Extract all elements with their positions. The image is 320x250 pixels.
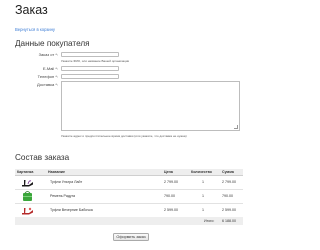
column-header-sum: Сумма	[222, 170, 234, 174]
shoe-high-heel-icon	[22, 180, 33, 187]
phone-label: Телефон *:	[37, 74, 58, 79]
delivery-label: Доставка *:	[37, 82, 58, 87]
total-row: Итого: 6 188.00	[15, 217, 243, 225]
resize-handle-icon[interactable]	[234, 125, 238, 129]
total-value: 6 188.00	[222, 219, 236, 223]
item-price: 2 799.00	[164, 180, 178, 184]
order-section-heading: Состав заказа	[15, 153, 70, 162]
item-name[interactable]: Ремень Радуга	[50, 194, 75, 198]
table-row: Туфли Ультра Лайт 2 799.00 1 2 799.00	[15, 175, 243, 190]
delivery-hint: Укажите адрес и предпочтительное время д…	[61, 134, 187, 138]
buyer-section-heading: Данные покупателя	[15, 39, 90, 48]
column-header-quantity: Количество	[191, 170, 212, 174]
item-qty: 1	[202, 194, 204, 198]
item-qty: 1	[202, 208, 204, 212]
page-title: Заказ	[15, 3, 48, 17]
back-to-cart-link[interactable]: Вернуться в корзину	[15, 27, 55, 32]
table-row: Ремень Радуга 790.00 1 790.00	[15, 189, 243, 204]
email-label: E-Mail *:	[42, 66, 58, 71]
email-input[interactable]	[61, 66, 119, 71]
item-price: 790.00	[164, 194, 175, 198]
order-from-hint: Укажите ФИО, или название Вашей организа…	[61, 59, 130, 63]
column-header-price: Цена	[164, 170, 173, 174]
item-qty: 1	[202, 180, 204, 184]
item-name[interactable]: Туфли Ультра Лайт	[50, 180, 82, 184]
phone-input[interactable]	[61, 74, 119, 79]
item-sum: 2 799.00	[222, 180, 236, 184]
total-label: Итого:	[204, 219, 215, 223]
place-order-button[interactable]: Оформить заказ	[113, 233, 149, 241]
item-price: 2 599.00	[164, 208, 178, 212]
item-name[interactable]: Туфли Вечерние Бабочка	[50, 208, 93, 212]
shoe-butterfly-icon	[22, 207, 33, 215]
item-sum: 2 599.00	[222, 208, 236, 212]
order-from-input[interactable]	[61, 52, 119, 57]
item-sum: 790.00	[222, 194, 233, 198]
column-header-image: Картинка	[17, 170, 34, 174]
table-row: Туфли Вечерние Бабочка 2 599.00 1 2 599.…	[15, 203, 243, 218]
delivery-textarea[interactable]	[61, 81, 240, 131]
column-header-name: Название	[48, 170, 65, 174]
green-bag-icon	[23, 191, 32, 201]
order-from-label: Заказ от *:	[38, 52, 58, 57]
